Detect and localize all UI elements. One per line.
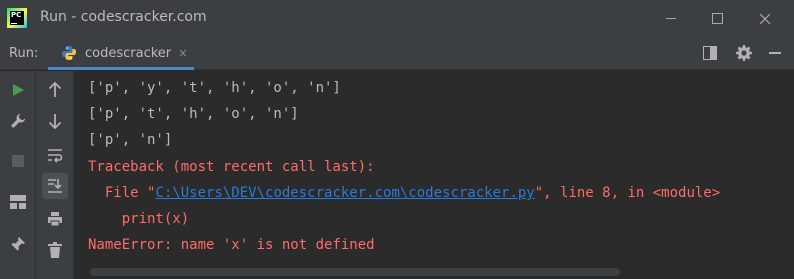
console-output[interactable]: ['p', 'y', 't', 'h', 'o', 'n'] ['p', 't'… <box>75 71 794 279</box>
source-file-link[interactable]: C:\Users\DEV\codescracker.com\codescrack… <box>155 185 534 201</box>
restore-layout-button[interactable] <box>5 189 31 215</box>
split-layout-icon <box>703 46 717 60</box>
traceback-file-line: File "C:\Users\DEV\codescracker.com\code… <box>88 184 720 202</box>
down-stack-trace-button[interactable] <box>42 108 68 134</box>
close-icon <box>759 13 771 24</box>
soft-wrap-button[interactable] <box>42 142 68 168</box>
tab-close-icon[interactable]: × <box>178 46 188 60</box>
stop-icon <box>12 155 24 167</box>
hide-panel-button[interactable] <box>766 44 784 62</box>
error-message: NameError: name 'x' is not defined <box>88 237 375 253</box>
tab-label: codescracker <box>85 46 172 61</box>
console-line: ['p', 'n'] <box>88 132 173 148</box>
arrow-up-icon <box>48 82 62 97</box>
print-button[interactable] <box>42 206 68 232</box>
scroll-to-end-button[interactable] <box>42 173 68 199</box>
trash-icon <box>48 242 62 258</box>
console-toolbar <box>36 71 74 279</box>
traceback-suffix: ", line 8, in <module> <box>534 185 721 201</box>
maximize-icon <box>711 13 723 24</box>
up-stack-trace-button[interactable] <box>42 77 68 103</box>
run-icon <box>13 84 24 96</box>
close-window-button[interactable] <box>742 0 788 37</box>
left-gutter <box>0 71 36 279</box>
python-icon <box>62 46 76 60</box>
horizontal-scrollbar[interactable] <box>90 268 620 276</box>
pin-icon <box>11 237 25 251</box>
traceback-code-line: print(x) <box>88 211 190 227</box>
minimize-icon <box>666 18 676 19</box>
pin-tab-button[interactable] <box>5 231 31 257</box>
print-icon <box>48 212 62 227</box>
layout-toggle-button[interactable] <box>701 44 719 62</box>
layout-icon <box>10 195 26 209</box>
traceback-header: Traceback (most recent call last): <box>88 159 375 175</box>
minimize-panel-icon <box>769 52 781 54</box>
rerun-button[interactable] <box>5 77 31 103</box>
maximize-button[interactable] <box>694 0 740 37</box>
settings-button[interactable] <box>735 44 753 62</box>
tab-codescracker[interactable]: codescracker × <box>48 37 194 70</box>
soft-wrap-icon <box>48 149 63 163</box>
window-title: Run - codescracker.com <box>40 9 207 25</box>
scroll-to-end-icon <box>48 179 62 193</box>
pycharm-logo-icon: PC <box>7 8 27 28</box>
wrench-icon <box>11 114 25 128</box>
title-bar: PC Run - codescracker.com <box>0 0 794 37</box>
console-line: ['p', 't', 'h', 'o', 'n'] <box>88 106 299 122</box>
run-label: Run: <box>9 46 39 61</box>
edit-configuration-button[interactable] <box>5 108 31 134</box>
console-line: ['p', 'y', 't', 'h', 'o', 'n'] <box>88 80 341 96</box>
stop-button[interactable] <box>5 148 31 174</box>
gear-icon <box>736 45 752 61</box>
clear-all-button[interactable] <box>42 237 68 263</box>
traceback-prefix: File " <box>88 185 156 201</box>
arrow-down-icon <box>48 114 62 129</box>
minimize-button[interactable] <box>648 0 694 37</box>
run-toolwindow-header: Run: codescracker × <box>0 37 794 70</box>
